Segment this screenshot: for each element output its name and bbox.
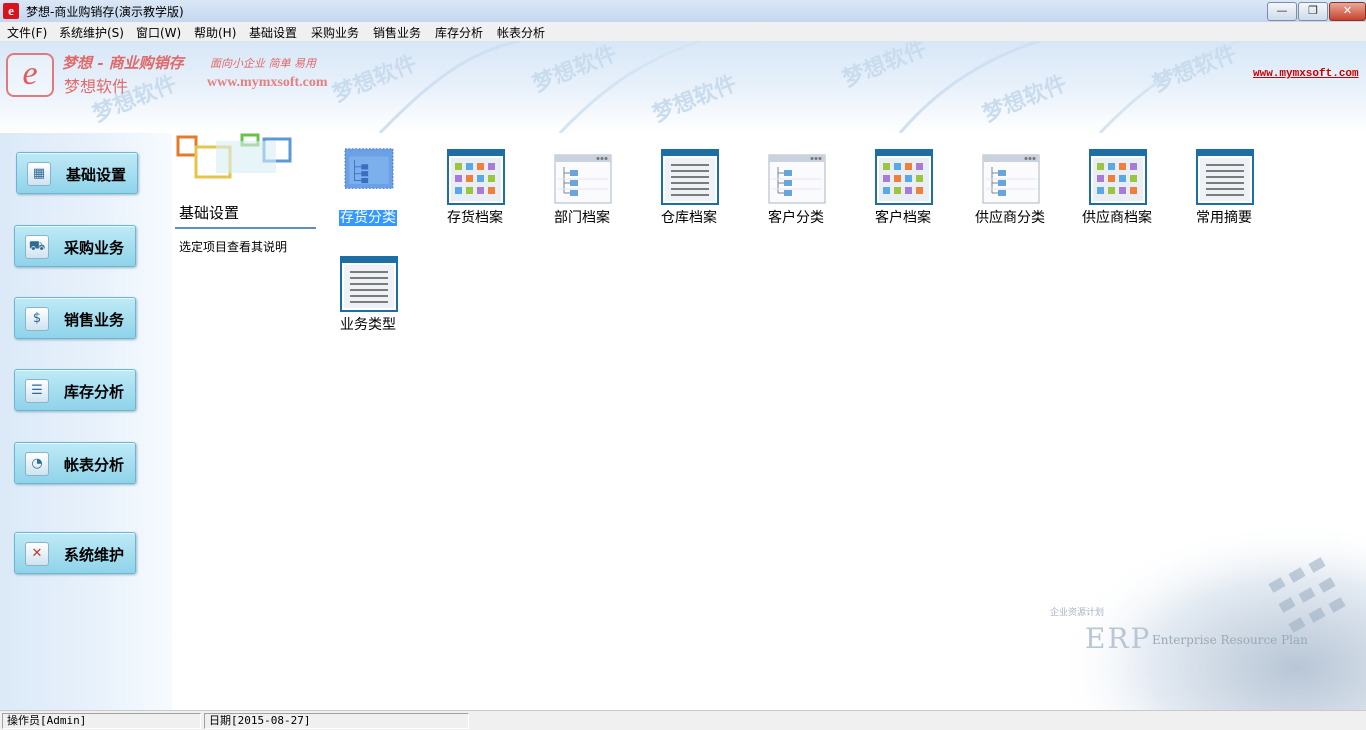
module-warehouse-records[interactable]: 仓库档案 — [643, 141, 735, 231]
erp-watermark-full: Enterprise Resource Plan — [1152, 633, 1308, 647]
panel-divider — [175, 227, 316, 229]
module-label: 部门档案 — [554, 210, 610, 226]
sidebar-item-label: 基础设置 — [66, 166, 127, 184]
minimize-button[interactable]: — — [1267, 2, 1297, 21]
grid-icon — [1089, 149, 1147, 205]
grid-icon: ▦ — [27, 162, 51, 186]
sidebar-item-label: 系统维护 — [64, 546, 125, 564]
list-icon — [661, 149, 719, 205]
banner-brand: 梦想软件 — [64, 77, 129, 96]
module-customer-records[interactable]: 客户档案 — [857, 141, 949, 231]
module-label: 存货档案 — [447, 210, 503, 226]
pie-chart-icon: ◔ — [25, 452, 49, 476]
panel-title: 基础设置 — [179, 204, 240, 222]
module-label: 仓库档案 — [661, 210, 717, 226]
status-operator: 操作员[Admin] — [2, 713, 201, 729]
decorative-squares-graphic — [176, 133, 292, 179]
module-inventory-records[interactable]: 存货档案 — [429, 141, 521, 231]
menu-system-maintain[interactable]: 系统维护(S) — [59, 24, 124, 41]
module-label: 存货分类 — [339, 210, 397, 226]
maximize-button[interactable]: ❐ — [1298, 2, 1328, 21]
grid-icon — [447, 149, 505, 205]
module-label: 供应商档案 — [1082, 210, 1152, 226]
list-icon — [1196, 149, 1254, 205]
website-link[interactable]: www.mymxsoft.com — [1253, 68, 1359, 80]
panel-description: 选定项目查看其说明 — [179, 240, 288, 254]
menu-inventory-analysis[interactable]: 库存分析 — [435, 24, 483, 41]
tree-icon — [554, 154, 612, 204]
sidebar-item-label: 库存分析 — [64, 383, 125, 401]
grid-icon — [875, 149, 933, 205]
module-supplier-records[interactable]: 供应商档案 — [1071, 141, 1163, 231]
module-label: 业务类型 — [340, 317, 396, 333]
tree-icon — [982, 154, 1040, 204]
module-label: 常用摘要 — [1196, 210, 1252, 226]
module-label: 供应商分类 — [975, 210, 1045, 226]
status-date: 日期[2015-08-27] — [204, 713, 469, 729]
database-icon: ☰ — [25, 379, 49, 403]
menu-sales[interactable]: 销售业务 — [373, 24, 421, 41]
module-inventory-category[interactable]: 存货分类 — [322, 141, 414, 231]
menu-file[interactable]: 文件(F) — [7, 24, 47, 41]
tree-icon — [344, 148, 394, 189]
module-label: 客户分类 — [768, 210, 824, 226]
menu-help[interactable]: 帮助(H) — [194, 24, 236, 41]
sidebar-item-report-analysis[interactable]: ◔ 帐表分析 — [14, 442, 136, 484]
erp-watermark-letters: ERP — [1085, 622, 1152, 655]
sidebar-item-label: 采购业务 — [64, 239, 125, 257]
banner-subslogan: 面向小企业 简单 易用 — [210, 57, 316, 70]
sidebar-item-system-maintain[interactable]: ✕ 系统维护 — [14, 532, 136, 574]
sidebar-item-label: 销售业务 — [64, 311, 125, 329]
banner-slogan: 梦想 - 商业购销存 — [62, 54, 184, 72]
banner-url: www.mymxsoft.com — [207, 75, 328, 90]
sidebar-item-purchase[interactable]: ⛟ 采购业务 — [14, 225, 136, 267]
list-icon — [340, 256, 398, 312]
module-label: 客户档案 — [875, 210, 931, 226]
module-common-summary[interactable]: 常用摘要 — [1178, 141, 1270, 231]
module-customer-category[interactable]: 客户分类 — [750, 141, 842, 231]
title-bar: e 梦想-商业购销存(演示教学版) — ❐ ✕ — [0, 0, 1366, 23]
erp-watermark-cn: 企业资源计划 — [1050, 608, 1105, 618]
menu-bar: 文件(F) 系统维护(S) 窗口(W) 帮助(H) 基础设置 采购业务 销售业务… — [0, 22, 1366, 42]
module-department-records[interactable]: 部门档案 — [536, 141, 628, 231]
menu-basic-settings[interactable]: 基础设置 — [249, 24, 297, 41]
sidebar-item-label: 帐表分析 — [64, 456, 125, 474]
module-business-type[interactable]: 业务类型 — [322, 248, 414, 338]
tools-icon: ✕ — [25, 542, 49, 566]
cart-icon: ⛟ — [25, 235, 49, 259]
tree-icon — [768, 154, 826, 204]
status-bar: 操作员[Admin] 日期[2015-08-27] — [0, 710, 1366, 730]
coin-icon: $ — [25, 307, 49, 331]
menu-purchase[interactable]: 采购业务 — [311, 24, 359, 41]
app-logo-icon: e — [3, 3, 19, 19]
menu-window[interactable]: 窗口(W) — [136, 24, 181, 41]
header-banner: 梦想软件 梦想软件 梦想软件 梦想软件 梦想软件 梦想软件 梦想软件 e 梦想 … — [0, 41, 1366, 133]
sidebar-item-sales[interactable]: $ 销售业务 — [14, 297, 136, 339]
close-button[interactable]: ✕ — [1329, 2, 1366, 21]
menu-report-analysis[interactable]: 帐表分析 — [497, 24, 545, 41]
brand-logo-icon: e — [6, 53, 54, 97]
window-title: 梦想-商业购销存(演示教学版) — [26, 5, 184, 19]
module-supplier-category[interactable]: 供应商分类 — [964, 141, 1056, 231]
sidebar: ▦ 基础设置 ⛟ 采购业务 $ 销售业务 ☰ 库存分析 ◔ 帐表分析 ✕ 系统维… — [0, 133, 172, 710]
sidebar-item-basic-settings[interactable]: ▦ 基础设置 — [16, 152, 138, 194]
sidebar-item-inventory-analysis[interactable]: ☰ 库存分析 — [14, 369, 136, 411]
